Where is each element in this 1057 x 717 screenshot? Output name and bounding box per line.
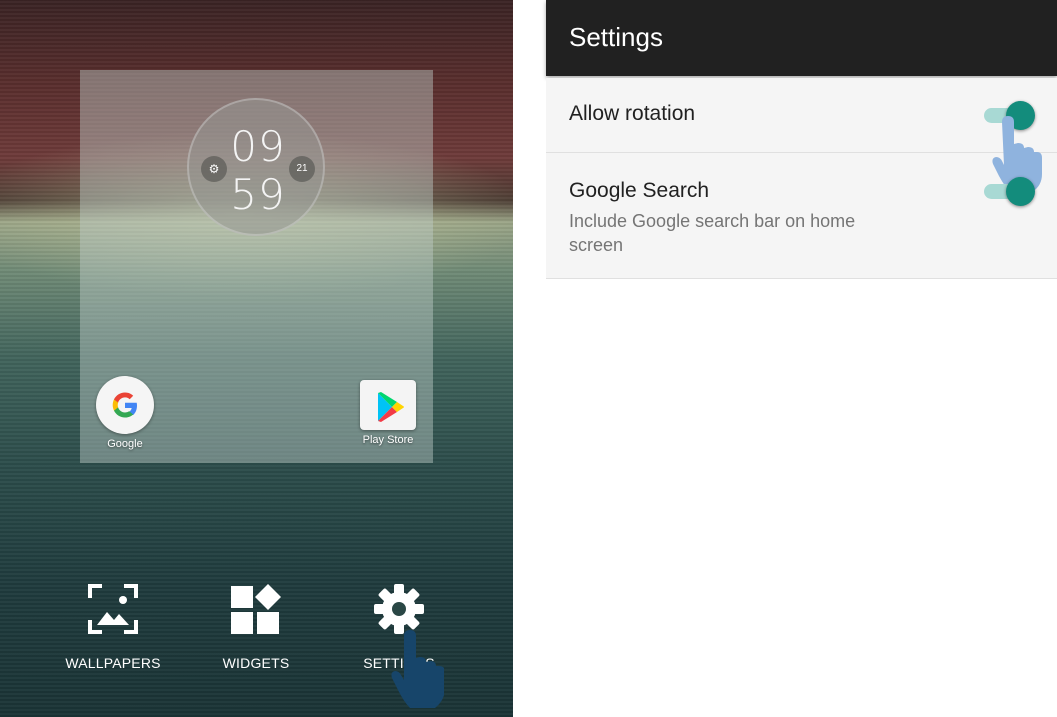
setting-title: Google Search [569, 179, 710, 202]
clock-settings-icon[interactable]: ⚙ [201, 156, 227, 182]
wallpapers-label: WALLPAPERS [65, 655, 161, 671]
wallpaper-icon [88, 584, 138, 634]
google-g-icon [96, 376, 154, 434]
setting-summary: Include Google search bar on home screen [569, 211, 856, 255]
app-label-google: Google [107, 438, 143, 450]
clock-widget[interactable]: 09 59 ⚙ 21 [187, 98, 325, 236]
google-search-toggle[interactable] [982, 176, 1035, 206]
app-google[interactable]: Google [80, 376, 170, 450]
settings-list: Allow rotation Google Search Include Goo… [546, 78, 1057, 279]
clock-date-badge[interactable]: 21 [289, 156, 315, 182]
tap-hand-icon [391, 630, 444, 708]
page-title: Settings [569, 22, 663, 52]
toggle-thumb [1006, 177, 1035, 206]
app-bar: Settings [546, 0, 1057, 76]
widgets-button[interactable]: WIDGETS [201, 582, 311, 671]
play-store-icon [360, 371, 416, 430]
widgets-label: WIDGETS [222, 655, 290, 671]
wallpapers-button[interactable]: WALLPAPERS [58, 582, 168, 671]
settings-screen: Settings Allow rotation Google Search In… [546, 0, 1057, 717]
setting-google-search[interactable]: Google Search Include Google search bar … [546, 153, 1057, 279]
widgets-icon [231, 584, 281, 634]
setting-allow-rotation[interactable]: Allow rotation [546, 78, 1057, 192]
app-play-store[interactable]: Play Store [343, 371, 433, 446]
app-label-play-store: Play Store [362, 434, 414, 446]
gear-icon [374, 584, 424, 634]
setting-title: Allow rotation [569, 102, 696, 125]
home-screen: 09 59 ⚙ 21 Google Play Store WALLPAPERS … [0, 0, 513, 717]
